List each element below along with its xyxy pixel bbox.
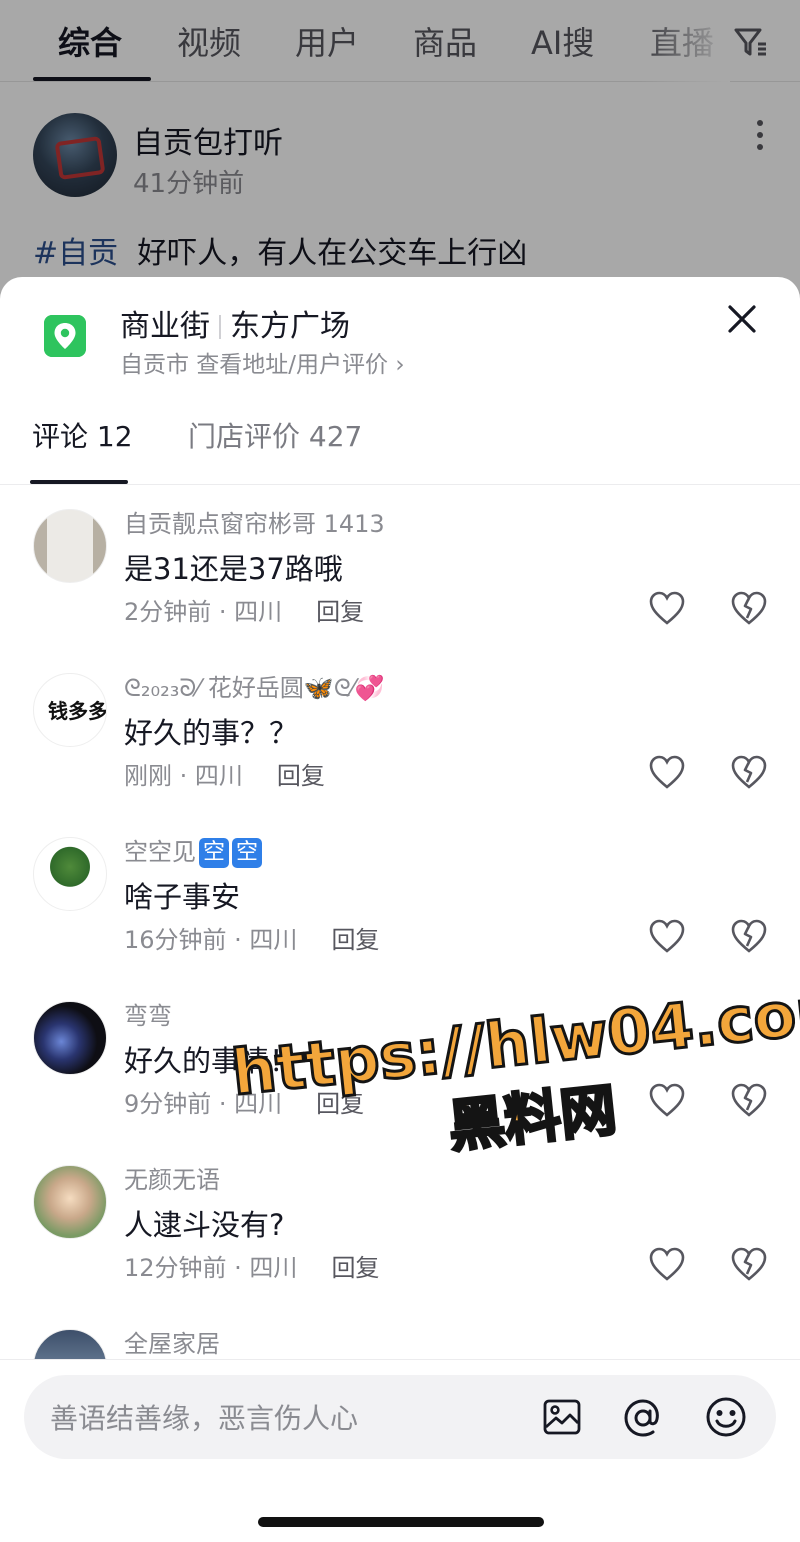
active-sheet-tab-underline [30,480,128,484]
avatar[interactable] [33,1001,107,1075]
comment-item: 自贡靓点窗帘彬哥 1413 是31还是37路哦 2分钟前 · 四川 回复 [0,504,800,668]
comment-input-placeholder[interactable]: 善语结善缘，恶言伤人心 [50,1397,358,1437]
comment-input-bar: 善语结善缘，恶言伤人心 [0,1359,800,1542]
mention-at-icon[interactable] [622,1397,664,1439]
comment-username[interactable]: 无颜无语 [124,1160,220,1195]
comment-time-location: 16分钟前 · 四川 [124,926,298,954]
dislike-broken-heart-icon[interactable] [730,590,768,626]
tab-comments[interactable]: 评论 12 [32,415,133,455]
location-separator [219,315,221,339]
home-indicator [258,1517,544,1527]
like-heart-icon[interactable] [648,918,686,954]
like-heart-icon[interactable] [648,590,686,626]
comment-list[interactable]: 自贡靓点窗帘彬哥 1413 是31还是37路哦 2分钟前 · 四川 回复 钱多多 … [0,504,800,1359]
comment-item: 全屋家居 [0,1324,800,1359]
like-heart-icon[interactable] [648,754,686,790]
tab-store-reviews[interactable]: 门店评价 427 [188,415,362,455]
avatar[interactable]: 钱多多 [33,673,107,747]
comment-text: 啥子事安 [124,880,241,914]
comment-username[interactable]: 弯弯 [124,996,172,1031]
comment-username[interactable]: ᘓ₂₀₂₃ᘐ⁄ 花好岳圆🦋ᘓ⁄💞 [124,668,385,703]
comment-meta: 刚刚 · 四川 回复 [124,756,325,791]
emoji-icon[interactable] [704,1395,748,1439]
location-pin-icon [44,315,86,357]
comment-meta: 12分钟前 · 四川 回复 [124,1248,379,1283]
comment-input[interactable]: 善语结善缘，恶言伤人心 [24,1375,776,1459]
comment-item: 无颜无语 人逮斗没有? 12分钟前 · 四川 回复 [0,1160,800,1324]
reply-button[interactable]: 回复 [316,598,364,626]
avatar[interactable] [33,837,107,911]
avatar[interactable] [33,1165,107,1239]
location-subtitle[interactable]: 自贡市 查看地址/用户评价 › [120,345,405,379]
user-badge: 空 [232,838,263,868]
reply-button[interactable]: 回复 [277,762,325,790]
location-title[interactable]: 商业街 东方广场 [120,301,350,345]
close-icon[interactable] [724,301,760,337]
comment-text: 人逮斗没有? [124,1208,285,1242]
reply-button[interactable]: 回复 [331,926,379,954]
comment-username[interactable]: 空空见空空 [124,832,263,868]
comment-username[interactable]: 全屋家居 [124,1324,220,1359]
image-icon[interactable] [542,1397,582,1437]
comment-sheet: 商业街 东方广场 自贡市 查看地址/用户评价 › 评论 12 门店评价 427 自… [0,277,800,1542]
comment-meta: 2分钟前 · 四川 回复 [124,592,364,627]
comment-time-location: 12分钟前 · 四川 [124,1254,298,1282]
comment-item: 钱多多 ᘓ₂₀₂₃ᘐ⁄ 花好岳圆🦋ᘓ⁄💞 好久的事？？ 刚刚 · 四川 回复 [0,668,800,832]
location-plaza: 东方广场 [230,309,350,344]
dislike-broken-heart-icon[interactable] [730,918,768,954]
sheet-tabs: 评论 12 门店评价 427 [0,407,800,485]
reply-button[interactable]: 回复 [331,1254,379,1282]
like-heart-icon[interactable] [648,1246,686,1282]
comment-username[interactable]: 自贡靓点窗帘彬哥 1413 [124,504,385,539]
comment-text: 好久的事？？ [124,716,299,750]
dislike-broken-heart-icon[interactable] [730,1246,768,1282]
comment-time-location: 刚刚 · 四川 [124,762,243,790]
comment-time-location: 2分钟前 · 四川 [124,598,283,626]
comment-meta: 16分钟前 · 四川 回复 [124,920,379,955]
svg-text:钱多多: 钱多多 [48,699,107,723]
dislike-broken-heart-icon[interactable] [730,754,768,790]
location-street: 商业街 [120,309,210,344]
avatar[interactable] [33,1329,107,1359]
avatar[interactable] [33,509,107,583]
comment-text: 是31还是37路哦 [124,552,343,586]
user-badge: 空 [199,838,230,868]
